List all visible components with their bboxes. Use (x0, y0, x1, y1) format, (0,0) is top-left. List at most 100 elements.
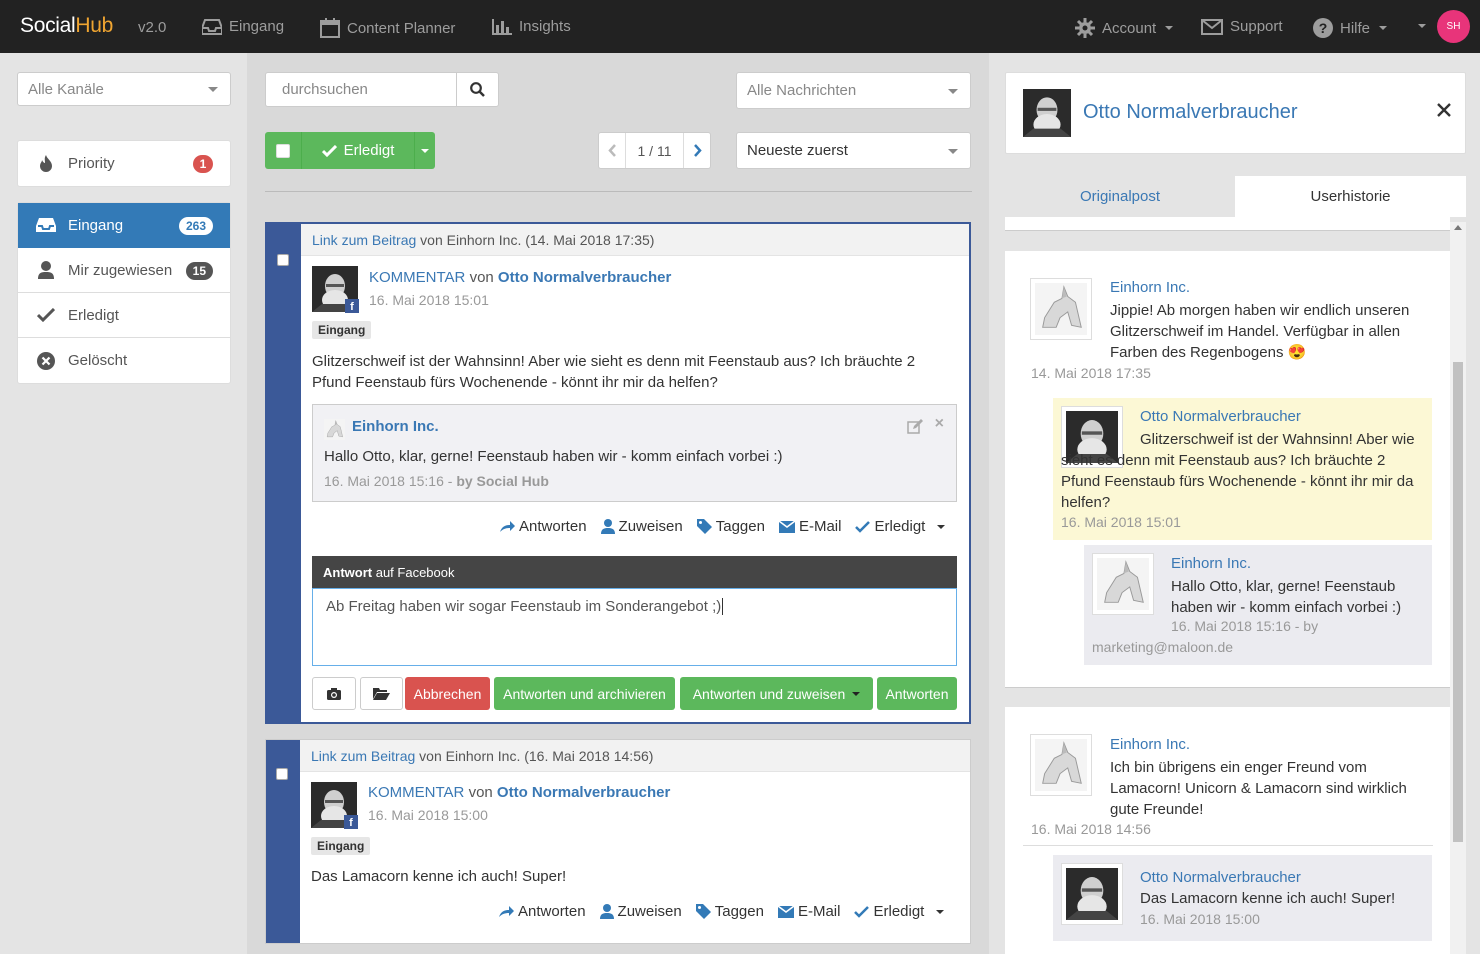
attach-photo-button[interactable] (312, 677, 356, 710)
history-text: Das Lamacorn kenne ich auch! Super! (1140, 890, 1396, 907)
open-media-button[interactable] (360, 677, 403, 710)
caret-down-icon (1418, 24, 1426, 28)
post-link[interactable]: Link zum Beitrag (311, 748, 415, 764)
profile-name: Otto Normalverbraucher (1083, 101, 1298, 123)
reply-textarea[interactable]: Ab Freitag haben wir sogar Feenstaub im … (312, 588, 957, 666)
tag-action[interactable]: Taggen (695, 903, 764, 920)
email-action[interactable]: E-Mail (777, 903, 841, 920)
action-label: E-Mail (797, 903, 841, 920)
scroll-thumb[interactable] (1453, 362, 1463, 842)
next-page-button[interactable] (683, 133, 710, 168)
done-action[interactable]: Erledigt (855, 518, 925, 535)
chevron-left-icon (607, 144, 616, 157)
message-checkbox[interactable] (276, 768, 288, 780)
bulk-done-button[interactable]: Erledigt (302, 132, 414, 169)
history-scrollbar[interactable] (1450, 222, 1466, 954)
checkbox-box (276, 143, 290, 158)
caret-down-icon (1165, 26, 1174, 30)
nav-content-planner[interactable]: Content Planner (320, 18, 455, 38)
select-all-checkbox[interactable] (265, 132, 302, 169)
tab-content-top (1005, 217, 1450, 231)
bulk-done-dropdown[interactable] (414, 132, 435, 169)
prev-page-button[interactable] (599, 133, 626, 168)
camera-icon (327, 687, 341, 700)
reply-action[interactable]: Antworten (500, 518, 587, 535)
cancel-button[interactable]: Abbrechen (405, 677, 490, 710)
edit-icon[interactable] (907, 419, 923, 434)
user-profile-panel: Otto Normalverbraucher Originalpost User… (989, 53, 1480, 954)
by-label: von (469, 269, 494, 286)
tag-action[interactable]: Taggen (696, 518, 765, 535)
inbox-count-badge: 263 (178, 217, 213, 235)
tab-user-history[interactable]: Userhistorie (1235, 176, 1466, 217)
author-avatar[interactable]: f (311, 782, 358, 829)
reply-and-archive-button[interactable]: Antworten und archivieren (494, 677, 675, 710)
message-checkbox[interactable] (277, 254, 289, 266)
assign-action[interactable]: Zuweisen (600, 518, 683, 535)
scroll-up-icon[interactable] (1454, 225, 1462, 230)
user-avatar[interactable]: SH (1437, 10, 1470, 43)
author-link[interactable]: Otto Normalverbraucher (498, 269, 671, 286)
app-logo[interactable]: SocialHub (20, 14, 113, 38)
question-circle-icon: ? (1313, 18, 1333, 38)
reply-button[interactable]: Antworten (877, 677, 957, 710)
user-menu-toggle[interactable] (1416, 24, 1426, 28)
reply-author[interactable]: Einhorn Inc. (352, 418, 439, 435)
sidebar-item-deleted[interactable]: Gelöscht (18, 338, 230, 383)
action-label: Taggen (715, 518, 765, 535)
sidebar-item-label: Mir zugewiesen (68, 261, 173, 279)
nav-account[interactable]: Account (1075, 18, 1174, 38)
history-text: Jippie! Ab morgen haben wir endlich unse… (1110, 300, 1428, 363)
tab-label: Userhistorie (1310, 188, 1391, 205)
channel-select[interactable]: Alle Kanäle (17, 72, 231, 106)
more-actions-caret-icon[interactable] (936, 909, 945, 914)
envelope-icon (778, 520, 795, 533)
sort-select[interactable]: Neueste zuerst (736, 132, 971, 169)
sidebar-item-priority[interactable]: Priority 1 (18, 141, 230, 186)
more-actions-caret-icon[interactable] (937, 524, 946, 529)
done-action[interactable]: Erledigt (854, 903, 924, 920)
reply-action[interactable]: Antworten (499, 903, 586, 920)
priority-box: Priority 1 (17, 140, 231, 187)
times-circle-icon (36, 351, 56, 370)
check-icon (855, 520, 871, 533)
assigned-count-badge: 15 (185, 262, 213, 280)
reply-and-assign-button[interactable]: Antworten und zuweisen (680, 677, 873, 710)
reply-textarea-value: Ab Freitag haben wir sogar Feenstaub im … (326, 598, 722, 615)
comment-text: Glitzerschweif ist der Wahnsinn! Aber wi… (312, 353, 916, 391)
tab-original-post[interactable]: Originalpost (1005, 176, 1235, 217)
user-avatar (1061, 863, 1123, 925)
sidebar-item-inbox[interactable]: Eingang 263 (18, 203, 230, 248)
post-link[interactable]: Link zum Beitrag (312, 232, 416, 248)
history-time: 14. Mai 2018 17:35 (1031, 365, 1151, 381)
svg-text:?: ? (1319, 20, 1328, 36)
assign-action[interactable]: Zuweisen (599, 903, 682, 920)
nav-support[interactable]: Support (1201, 18, 1283, 35)
search-input[interactable]: durchsuchen (265, 72, 457, 107)
email-action[interactable]: E-Mail (778, 518, 841, 535)
user-icon (599, 904, 614, 919)
chevron-right-icon (693, 144, 702, 157)
sidebar-item-assigned[interactable]: Mir zugewiesen 15 (18, 248, 230, 293)
close-icon[interactable]: × (935, 415, 944, 433)
nav-help[interactable]: ? Hilfe (1313, 18, 1388, 38)
reply-and-assign-label: Antworten und zuweisen (692, 685, 846, 702)
reply-arrow-icon (500, 521, 515, 532)
history-thread: Einhorn Inc. Jippie! Ab morgen haben wir… (1005, 251, 1450, 687)
history-user-comment: Otto Normalverbraucher Glitzerschweif is… (1053, 398, 1432, 540)
author-link[interactable]: Otto Normalverbraucher (497, 784, 670, 801)
close-panel-button[interactable] (1437, 103, 1451, 117)
nav-label: Account (1102, 19, 1157, 37)
nav-insights[interactable]: Insights (492, 18, 571, 35)
message-card: Link zum Beitrag von Einhorn Inc. (14. M… (265, 222, 971, 724)
close-icon (1437, 103, 1451, 117)
history-author: Einhorn Inc. (1110, 736, 1191, 753)
search-button[interactable] (456, 72, 499, 107)
message-actions: Antworten Zuweisen Taggen E-Mail Erledig… (500, 518, 946, 535)
comment-meta: KOMMENTAR von Otto Normalverbraucher (369, 269, 671, 286)
action-label: Antworten (519, 518, 587, 535)
nav-inbox[interactable]: Eingang (202, 18, 284, 35)
sidebar-item-done[interactable]: Erledigt (18, 293, 230, 338)
author-avatar[interactable]: f (312, 266, 359, 313)
message-filter-select[interactable]: Alle Nachrichten (736, 72, 971, 109)
